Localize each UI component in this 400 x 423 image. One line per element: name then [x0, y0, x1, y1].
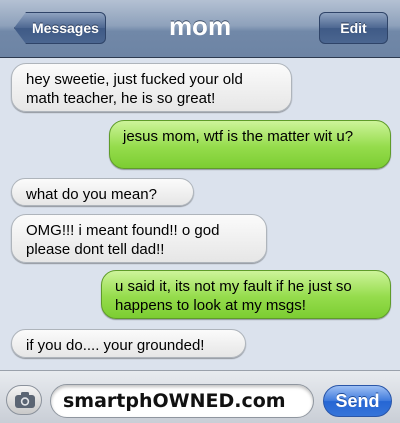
- message-bubble-received: hey sweetie, just fucked your old math t…: [11, 63, 292, 112]
- navigation-bar: Messages mom Edit: [0, 0, 400, 58]
- camera-button[interactable]: [6, 385, 42, 415]
- message-bubble-received: if you do.... your grounded!: [11, 329, 246, 358]
- message-bubble-received: what do you mean?: [11, 178, 194, 206]
- message-bubble-sent: u said it, its not my fault if he just s…: [101, 270, 391, 319]
- edit-button[interactable]: Edit: [319, 12, 388, 44]
- camera-icon: [15, 392, 35, 408]
- message-bubble-received: OMG!!! i meant found!! o god please dont…: [11, 214, 267, 263]
- send-button[interactable]: Send: [323, 385, 392, 417]
- message-input-bar: smartphOWNED.com Send: [0, 370, 400, 423]
- message-text-field[interactable]: smartphOWNED.com: [50, 384, 314, 418]
- message-bubble-sent: jesus mom, wtf is the matter wit u?: [109, 120, 391, 169]
